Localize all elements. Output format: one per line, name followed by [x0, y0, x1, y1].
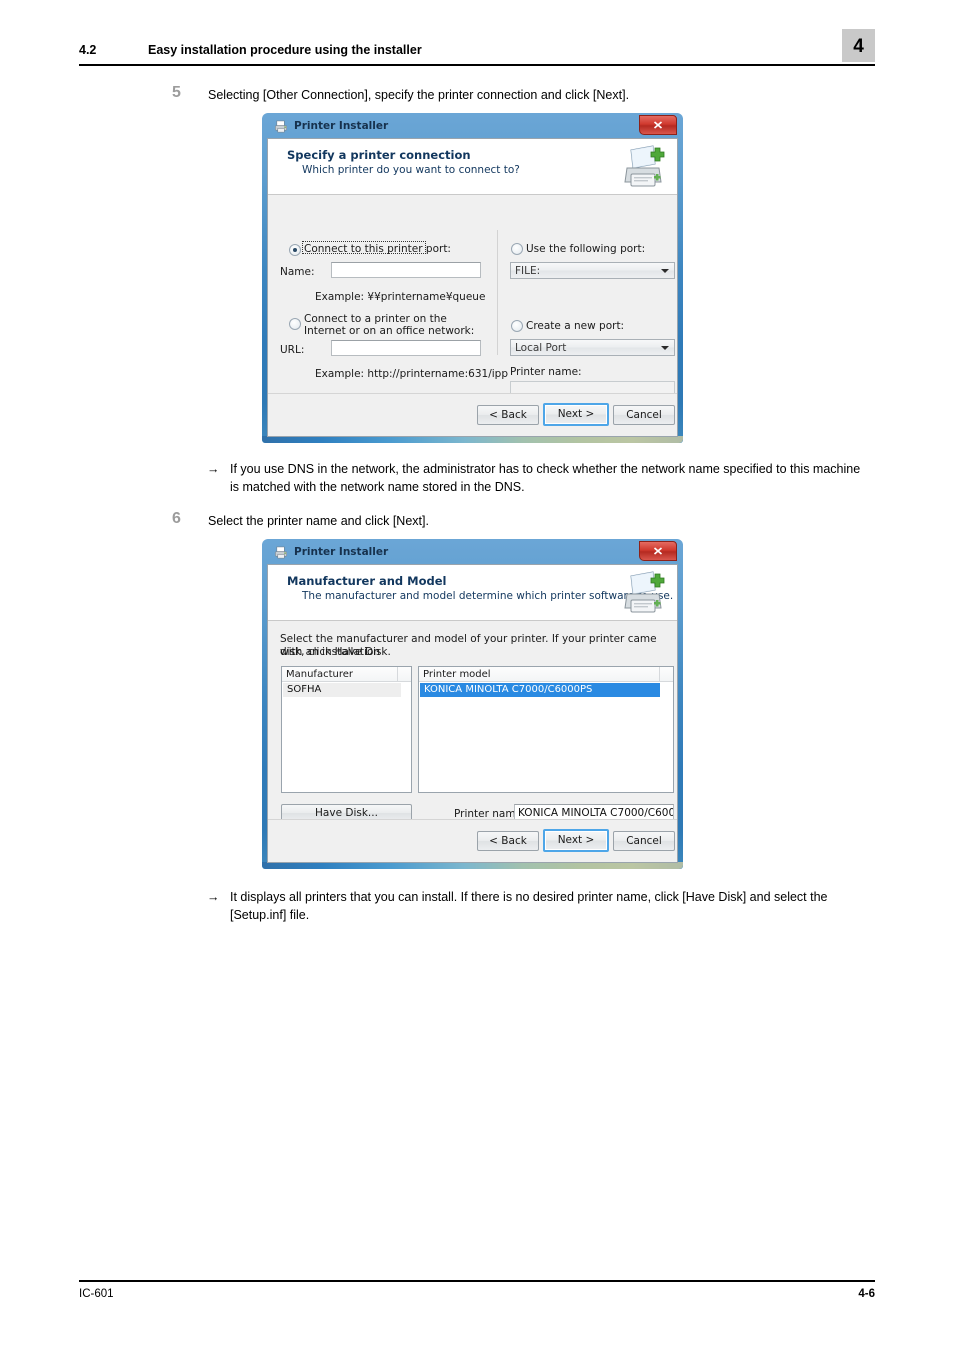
radio-create-new-port[interactable]	[511, 320, 523, 332]
new-port-type-value: Local Port	[515, 342, 567, 354]
header-section-title: Easy installation procedure using the in…	[148, 43, 422, 57]
dialog-2-banner-title: Manufacturer and Model	[287, 574, 447, 588]
dialog-2-buttonbar: < Back Next > Cancel	[268, 819, 677, 862]
arrow-right-icon: →	[207, 890, 220, 904]
page-header: 4.2 Easy installation procedure using th…	[79, 29, 875, 72]
dialog-1-banner-subtitle: Which printer do you want to connect to?	[302, 164, 520, 176]
dialog-1-banner-title: Specify a printer connection	[287, 148, 471, 162]
list-item[interactable]: KONICA MINOLTA C7000/C6000PS	[420, 683, 660, 697]
header-divider	[659, 667, 660, 681]
manufacturer-list-header: Manufacturer	[282, 667, 411, 682]
page-footer: IC-601 4-6	[79, 1280, 875, 1310]
printer-icon	[274, 120, 289, 134]
printer-add-icon	[621, 570, 665, 615]
dialog-1-content: Connect to this printer port: Name: Exam…	[268, 196, 677, 398]
dialog-1-title: Printer Installer	[294, 120, 389, 132]
new-port-type-select[interactable]: Local Port	[510, 339, 675, 356]
back-button[interactable]: < Back	[477, 405, 539, 425]
step-5-number: 5	[172, 84, 181, 101]
header-divider	[397, 667, 398, 681]
close-icon[interactable]	[639, 541, 677, 561]
step-6-number: 6	[172, 510, 181, 527]
dialog-2-content: Select the manufacturer and model of you…	[268, 622, 677, 822]
dialog-2-body: Manufacturer and Model The manufacturer …	[267, 564, 678, 863]
dialog-1-body: Specify a printer connection Which print…	[267, 138, 678, 437]
label-use-following-port: Use the following port:	[526, 243, 646, 255]
label-printer-name: Printer name:	[510, 366, 582, 378]
next-button-label: Next >	[557, 834, 595, 846]
printer-add-icon	[621, 144, 665, 189]
back-button-label: < Back	[489, 835, 527, 847]
port-select[interactable]: FILE:	[510, 262, 675, 279]
dialog-2-banner-subtitle: The manufacturer and model determine whi…	[302, 590, 674, 602]
next-button[interactable]: Next >	[543, 403, 609, 426]
next-button[interactable]: Next >	[543, 829, 609, 852]
dialog-2-title: Printer Installer	[294, 546, 389, 558]
header-section-number: 4.2	[79, 43, 97, 57]
footer-document-id: IC-601	[79, 1288, 114, 1300]
manufacturer-listbox[interactable]: Manufacturer SOFHA	[281, 666, 412, 793]
radio-connect-to-printer-port[interactable]	[289, 244, 301, 256]
chevron-down-icon	[661, 269, 669, 273]
cancel-button-label: Cancel	[626, 409, 662, 421]
list-item[interactable]: SOFHA	[283, 683, 401, 697]
printer-model-list-header: Printer model	[419, 667, 673, 682]
label-connect-to-printer-port: Connect to this printer port:	[304, 243, 451, 255]
cancel-button[interactable]: Cancel	[613, 405, 675, 425]
port-select-value: FILE:	[515, 265, 541, 277]
column-header-printer-model: Printer model	[423, 669, 491, 680]
dialog-2-banner: Manufacturer and Model The manufacturer …	[268, 565, 677, 621]
close-icon[interactable]	[639, 115, 677, 135]
radio-connect-internet-printer[interactable]	[289, 318, 301, 330]
note-dns-text: If you use DNS in the network, the admin…	[230, 462, 861, 494]
label-connect-internet-printer: Connect to a printer on the Internet or …	[304, 313, 475, 337]
arrow-right-icon: →	[207, 462, 220, 476]
radio-use-following-port[interactable]	[511, 243, 523, 255]
back-button-label: < Back	[489, 409, 527, 421]
printer-installer-dialog-2[interactable]: Printer Installer Manufacturer and Model…	[262, 539, 683, 869]
dialog-2-titlebar[interactable]: Printer Installer	[267, 541, 678, 564]
footer-rule	[79, 1280, 875, 1282]
cancel-button[interactable]: Cancel	[613, 831, 675, 851]
step-6-text: Select the printer name and click [Next]…	[208, 514, 429, 528]
dialog-1-buttonbar: < Back Next > Cancel	[268, 393, 677, 436]
header-rule	[79, 64, 875, 66]
chevron-down-icon	[661, 346, 669, 350]
next-button-label: Next >	[557, 408, 595, 420]
printer-icon	[274, 546, 289, 560]
printer-model-listbox[interactable]: Printer model KONICA MINOLTA C7000/C6000…	[418, 666, 674, 793]
label-url: URL:	[280, 344, 305, 356]
footer-page-number: 4-6	[858, 1288, 875, 1300]
step-5-text: Selecting [Other Connection], specify th…	[208, 88, 630, 102]
label-create-new-port: Create a new port:	[526, 320, 625, 332]
column-header-manufacturer: Manufacturer	[286, 669, 353, 680]
note-have-disk-text: It displays all printers that you can in…	[230, 890, 828, 922]
dialog-1-titlebar[interactable]: Printer Installer	[267, 115, 678, 138]
header-chapter-badge: 4	[842, 29, 875, 62]
name-input[interactable]	[331, 262, 481, 278]
example-ipp-url: Example: http://printername:631/ipp	[315, 368, 508, 380]
printer-installer-dialog-1[interactable]: Printer Installer Specify a printer conn…	[262, 113, 683, 443]
dialog-1-banner: Specify a printer connection Which print…	[268, 139, 677, 195]
cancel-button-label: Cancel	[626, 835, 662, 847]
back-button[interactable]: < Back	[477, 831, 539, 851]
column-divider	[497, 230, 498, 355]
instruction-line-2: disk, click Have Disk.	[280, 646, 391, 658]
example-unc-path: Example: ¥¥printername¥queue	[315, 291, 486, 303]
label-name: Name:	[280, 266, 315, 278]
url-input[interactable]	[331, 340, 481, 356]
